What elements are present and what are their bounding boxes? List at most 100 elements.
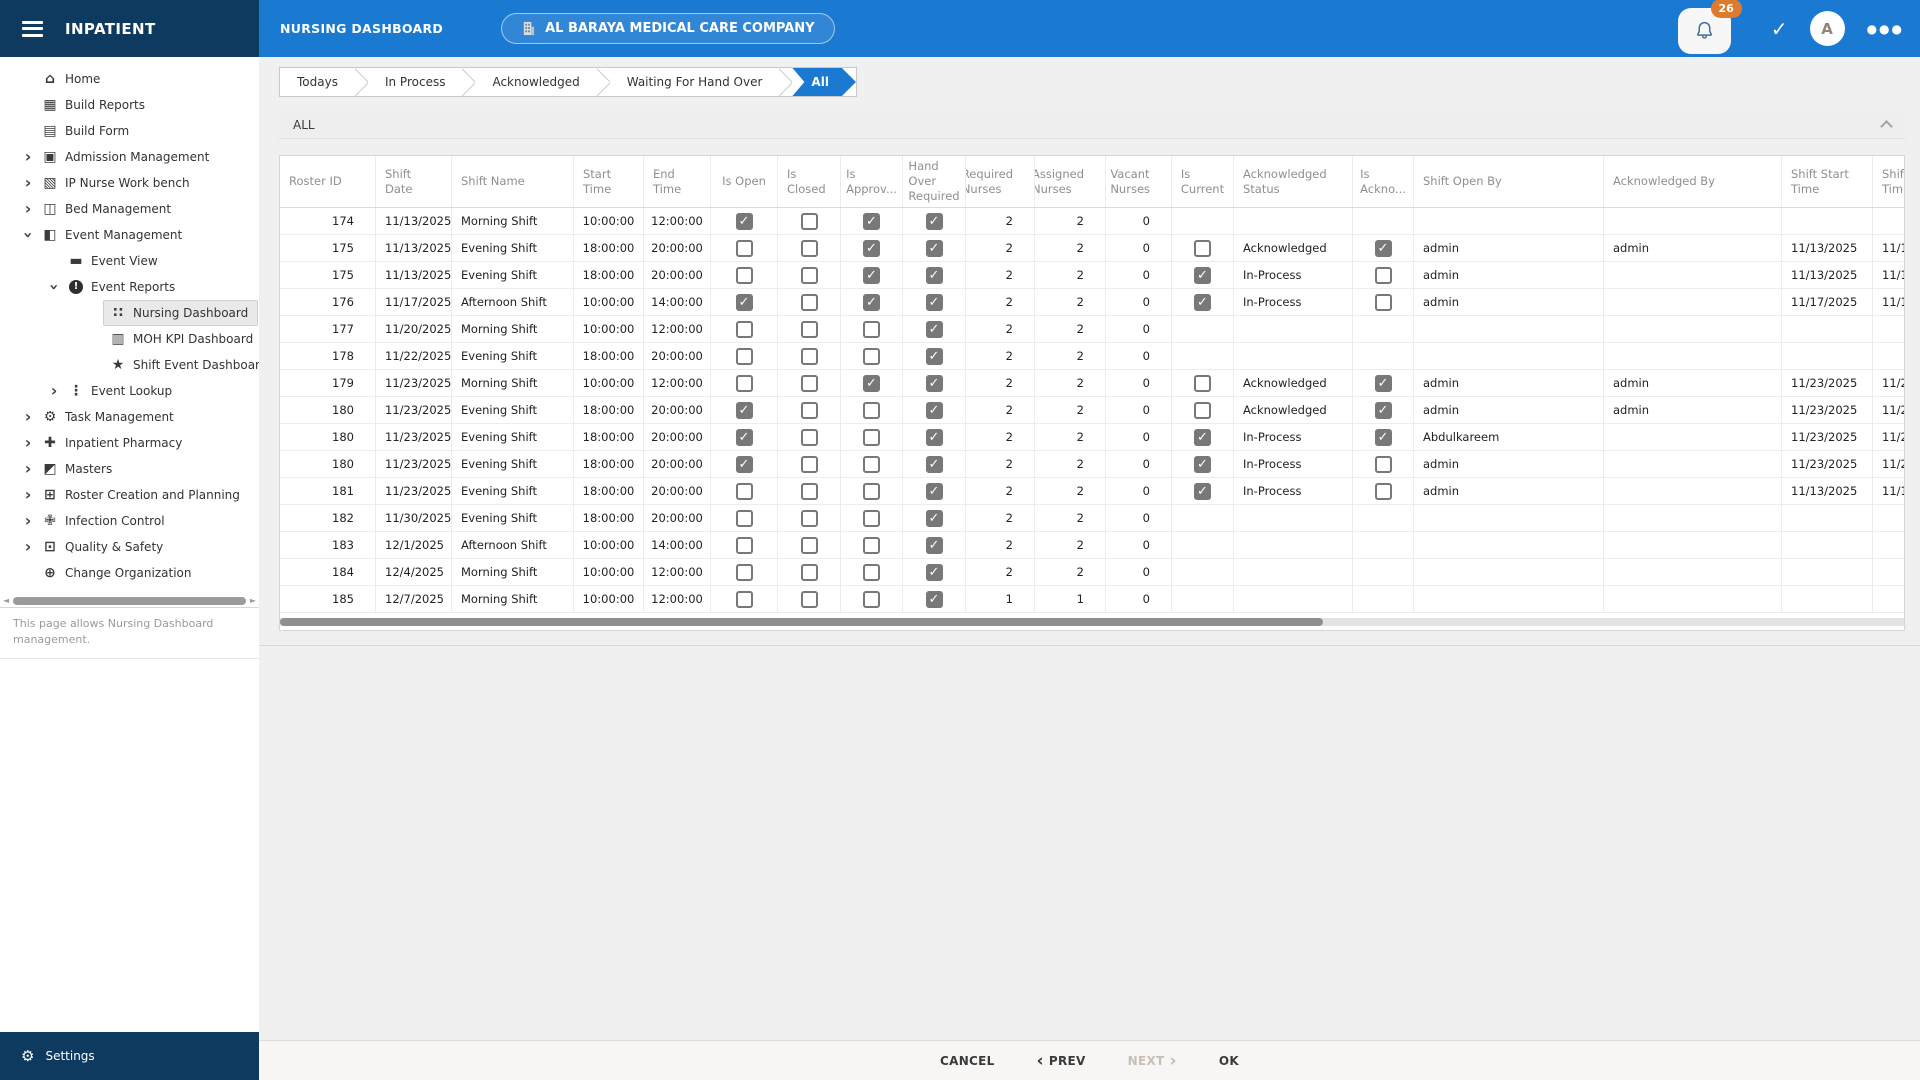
chevron-right-icon[interactable]: ›	[20, 488, 36, 502]
sidebar-item-moh-kpi-dashboard[interactable]: ▥MOH KPI Dashboard	[0, 326, 259, 352]
checkbox-is_closed[interactable]	[801, 267, 818, 284]
table-row[interactable]: 18211/30/2025Evening Shift18:00:0020:00:…	[280, 505, 1905, 532]
collapse-chevron-up-icon[interactable]	[1880, 120, 1893, 133]
checkbox-is_closed[interactable]	[801, 456, 818, 473]
table-row[interactable]: 17811/22/2025Evening Shift18:00:0020:00:…	[280, 343, 1905, 370]
checkbox-is_open[interactable]: ✓	[736, 213, 753, 230]
checkbox-is_current[interactable]: ✓	[1194, 267, 1211, 284]
checkbox-is_open[interactable]: ✓	[736, 456, 753, 473]
column-header-acknowledged_status[interactable]: Acknowledged Status	[1234, 156, 1353, 207]
checkbox-is_acknowledged[interactable]	[1375, 294, 1392, 311]
more-options-icon[interactable]: ●●●	[1867, 22, 1904, 36]
table-row[interactable]: 18412/4/2025Morning Shift10:00:0012:00:0…	[280, 559, 1905, 586]
checkbox-is_open[interactable]	[736, 537, 753, 554]
checkbox-is_approved[interactable]	[863, 429, 880, 446]
checkbox-is_current[interactable]: ✓	[1194, 429, 1211, 446]
sidebar-item-event-view[interactable]: ▬Event View	[0, 248, 259, 274]
column-header-is_closed[interactable]: Is Closed	[778, 156, 841, 207]
column-header-end_time[interactable]: End Time	[644, 156, 711, 207]
checkbox-is_approved[interactable]	[863, 537, 880, 554]
checkbox-is_approved[interactable]	[863, 456, 880, 473]
checkbox-is_acknowledged[interactable]: ✓	[1375, 402, 1392, 419]
column-header-is_current[interactable]: Is Current	[1172, 156, 1234, 207]
chevron-right-icon[interactable]: ›	[20, 514, 36, 528]
checkbox-hand_over_required[interactable]: ✓	[926, 564, 943, 581]
table-row[interactable]: 18111/23/2025Evening Shift18:00:0020:00:…	[280, 478, 1905, 505]
sidebar-item-build-reports[interactable]: ▦Build Reports	[0, 92, 259, 118]
checkbox-is_open[interactable]	[736, 591, 753, 608]
checkbox-is_closed[interactable]	[801, 294, 818, 311]
checkbox-is_open[interactable]: ✓	[736, 402, 753, 419]
column-header-start_time[interactable]: Start Time	[574, 156, 644, 207]
checkbox-is_open[interactable]	[736, 240, 753, 257]
table-row[interactable]: 18512/7/2025Morning Shift10:00:0012:00:0…	[280, 586, 1905, 613]
checkbox-is_approved[interactable]	[863, 510, 880, 527]
scroll-left-arrow-icon[interactable]: ◄	[3, 597, 9, 605]
checkbox-hand_over_required[interactable]: ✓	[926, 591, 943, 608]
sidebar-horizontal-scrollbar[interactable]: ◄ ►	[0, 594, 259, 607]
sidebar-item-masters[interactable]: ›◩Masters	[0, 456, 259, 482]
checkbox-is_open[interactable]	[736, 510, 753, 527]
sidebar-item-home[interactable]: ⌂Home	[0, 66, 259, 92]
sidebar-item-quality-safety[interactable]: ›⊡Quality & Safety	[0, 534, 259, 560]
checkbox-is_approved[interactable]	[863, 321, 880, 338]
checkbox-is_approved[interactable]: ✓	[863, 213, 880, 230]
cancel-button[interactable]: CANCEL	[940, 1054, 995, 1068]
checkbox-is_current[interactable]	[1194, 375, 1211, 392]
table-row[interactable]: 17711/20/2025Morning Shift10:00:0012:00:…	[280, 316, 1905, 343]
checkbox-hand_over_required[interactable]: ✓	[926, 456, 943, 473]
checkbox-is_current[interactable]	[1194, 240, 1211, 257]
checkbox-hand_over_required[interactable]: ✓	[926, 510, 943, 527]
scroll-right-arrow-icon[interactable]: ►	[250, 597, 256, 605]
checkbox-is_closed[interactable]	[801, 591, 818, 608]
column-header-acknowledged_by[interactable]: Acknowledged By	[1604, 156, 1782, 207]
column-header-is_approved[interactable]: Is Approv...	[841, 156, 903, 207]
check-icon[interactable]: ✓	[1771, 17, 1788, 41]
checkbox-is_closed[interactable]	[801, 240, 818, 257]
checkbox-hand_over_required[interactable]: ✓	[926, 213, 943, 230]
column-header-hand_over_required[interactable]: Hand Over Required	[903, 156, 966, 207]
checkbox-is_acknowledged[interactable]	[1375, 483, 1392, 500]
checkbox-is_open[interactable]: ✓	[736, 294, 753, 311]
column-header-shift_date[interactable]: Shift Date	[376, 156, 452, 207]
table-row[interactable]: 17911/23/2025Morning Shift10:00:0012:00:…	[280, 370, 1905, 397]
checkbox-is_closed[interactable]	[801, 402, 818, 419]
tab-acknowledged[interactable]: Acknowledged	[475, 68, 596, 96]
sidebar-item-event-lookup[interactable]: ›⋮Event Lookup	[0, 378, 259, 404]
chevron-right-icon[interactable]: ›	[20, 202, 36, 216]
checkbox-is_closed[interactable]	[801, 348, 818, 365]
chevron-right-icon[interactable]: ›	[46, 384, 62, 398]
checkbox-is_closed[interactable]	[801, 483, 818, 500]
tab-waiting-for-hand-over[interactable]: Waiting For Hand Over	[610, 68, 780, 96]
sidebar-item-infection-control[interactable]: ›✙Infection Control	[0, 508, 259, 534]
chevron-right-icon[interactable]: ›	[20, 540, 36, 554]
checkbox-is_open[interactable]	[736, 564, 753, 581]
sidebar-item-ip-nurse-work-bench[interactable]: ›▧IP Nurse Work bench	[0, 170, 259, 196]
column-header-shift_time[interactable]: Shift Tim	[1873, 156, 1905, 207]
checkbox-is_current[interactable]	[1194, 402, 1211, 419]
checkbox-hand_over_required[interactable]: ✓	[926, 348, 943, 365]
sidebar-item-change-organization[interactable]: ⊕Change Organization	[0, 560, 259, 586]
sidebar-item-inpatient-pharmacy[interactable]: ›✚Inpatient Pharmacy	[0, 430, 259, 456]
checkbox-is_closed[interactable]	[801, 375, 818, 392]
checkbox-is_current[interactable]: ✓	[1194, 483, 1211, 500]
checkbox-is_open[interactable]	[736, 267, 753, 284]
prev-button[interactable]: ‹ PREV	[1037, 1054, 1086, 1068]
checkbox-is_acknowledged[interactable]	[1375, 456, 1392, 473]
checkbox-hand_over_required[interactable]: ✓	[926, 402, 943, 419]
checkbox-is_closed[interactable]	[801, 510, 818, 527]
settings-button[interactable]: ⚙ Settings	[0, 1032, 259, 1080]
column-header-shift_name[interactable]: Shift Name	[452, 156, 574, 207]
chevron-down-icon[interactable]: ›	[47, 279, 61, 295]
checkbox-is_open[interactable]	[736, 321, 753, 338]
checkbox-is_approved[interactable]	[863, 348, 880, 365]
tab-in-process[interactable]: In Process	[368, 68, 462, 96]
table-horizontal-scrollbar[interactable]	[280, 618, 1904, 626]
tab-todays[interactable]: Todays	[280, 68, 355, 96]
checkbox-is_acknowledged[interactable]: ✓	[1375, 240, 1392, 257]
table-row[interactable]: 17411/13/2025Morning Shift10:00:0012:00:…	[280, 208, 1905, 235]
sidebar-item-event-reports[interactable]: ›!Event Reports	[0, 274, 259, 300]
checkbox-hand_over_required[interactable]: ✓	[926, 267, 943, 284]
chevron-right-icon[interactable]: ›	[20, 410, 36, 424]
sidebar-item-build-form[interactable]: ▤Build Form	[0, 118, 259, 144]
